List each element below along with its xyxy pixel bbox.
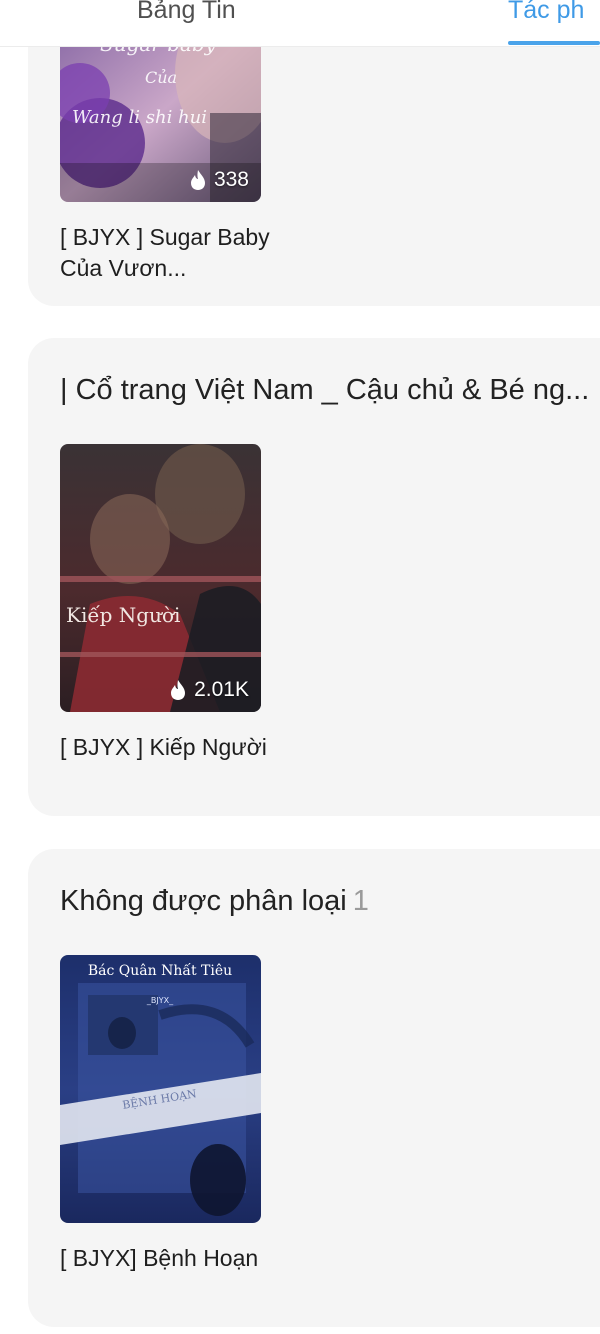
book-cover[interactable]: Bác Quân Nhất Tiêu _BJYX_ BỆNH HOẠN bbox=[60, 955, 261, 1223]
book-cover-art: Kiếp Người bbox=[60, 444, 261, 712]
tab-works[interactable]: Tác ph bbox=[508, 0, 584, 24]
reading-list-count: 1 bbox=[352, 885, 369, 917]
tab-news[interactable]: Bảng Tin bbox=[137, 0, 236, 24]
flame-icon bbox=[171, 680, 186, 700]
reading-list-panel: Không được phân loại 1 Bác Quân Nhất Tiêu… bbox=[28, 849, 600, 1327]
book-cover[interactable]: Kiếp Người 2.01K bbox=[60, 444, 261, 712]
view-count: 2.01K bbox=[168, 678, 249, 702]
reading-list-title[interactable]: Không được phân loại 1 bbox=[60, 885, 369, 918]
view-count: 338 bbox=[188, 168, 249, 192]
top-tab-bar: Bảng Tin Tác ph bbox=[0, 0, 600, 47]
flame-icon bbox=[190, 170, 205, 190]
reading-list-title[interactable]: | Cổ trang Việt Nam _ Cậu chủ & Bé ng... bbox=[60, 374, 589, 407]
cover-author-text: Bác Quân Nhất Tiêu bbox=[88, 962, 232, 979]
book-title[interactable]: [ BJYX ] Sugar Baby Của Vươn... bbox=[60, 222, 270, 284]
book-cover-art: Bác Quân Nhất Tiêu _BJYX_ BỆNH HOẠN bbox=[60, 955, 261, 1223]
active-tab-indicator bbox=[508, 41, 600, 45]
cover-script-text: Của bbox=[145, 68, 177, 87]
reading-list-panel: | Cổ trang Việt Nam _ Cậu chủ & Bé ng...… bbox=[28, 338, 600, 816]
cover-script-text: Wang li shi hui bbox=[72, 107, 207, 128]
book-cover[interactable]: Sugar baby Của Wang li shi hui 338 bbox=[60, 23, 261, 202]
book-title[interactable]: [ BJYX] Bệnh Hoạn bbox=[60, 1243, 270, 1274]
cover-tag-text: _BJYX_ bbox=[146, 996, 174, 1005]
view-count-value: 2.01K bbox=[194, 678, 249, 701]
view-count-value: 338 bbox=[213, 168, 249, 191]
book-title[interactable]: [ BJYX ] Kiếp Người bbox=[60, 732, 270, 763]
cover-title-text: Kiếp Người bbox=[66, 603, 180, 627]
reading-list-title-text: Không được phân loại bbox=[60, 885, 347, 917]
